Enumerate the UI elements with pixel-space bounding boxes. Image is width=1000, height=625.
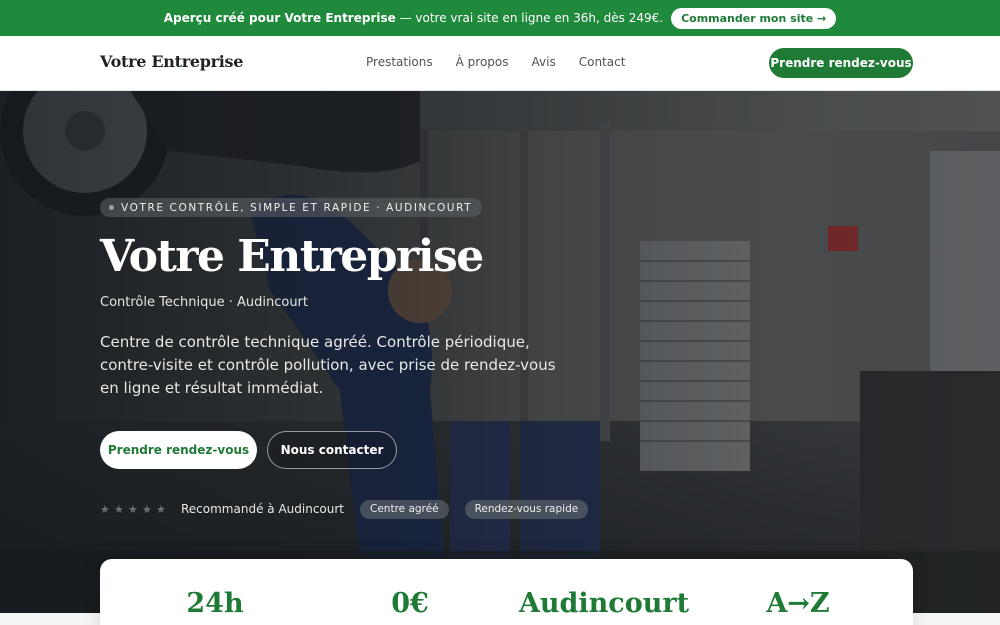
star-icon: ★ — [114, 502, 124, 516]
star-icon: ★ — [128, 502, 138, 516]
nav-item-a-propos[interactable]: À propos — [456, 55, 509, 69]
promo-banner: Aperçu créé pour Votre Entreprise — votr… — [0, 0, 1000, 36]
eyebrow-dot-icon — [109, 205, 114, 210]
nav-item-avis[interactable]: Avis — [532, 55, 556, 69]
hero-eyebrow-text: VOTRE CONTRÔLE, SIMPLE ET RAPIDE · AUDIN… — [121, 201, 473, 214]
header-appointment-button[interactable]: Prendre rendez-vous — [769, 48, 913, 78]
hero-section: VOTRE CONTRÔLE, SIMPLE ET RAPIDE · AUDIN… — [0, 91, 1000, 613]
stats-card: 24h 0€ Audincourt A→Z — [100, 559, 913, 625]
nav-item-prestations[interactable]: Prestations — [366, 55, 433, 69]
main-nav: Prestations À propos Avis Contact — [366, 55, 625, 69]
nav-item-contact[interactable]: Contact — [579, 55, 626, 69]
stat-coverage: A→Z — [766, 588, 830, 619]
stat-location: Audincourt — [518, 588, 690, 619]
hero-title: Votre Entreprise — [100, 231, 484, 282]
star-icon: ★ — [156, 502, 166, 516]
brand-logo[interactable]: Votre Entreprise — [100, 52, 243, 71]
promo-brand: Aperçu créé pour Votre Entreprise — [163, 11, 396, 25]
chip-fast-appointment: Rendez-vous rapide — [464, 499, 589, 519]
trust-text: Recommandé à Audincourt — [181, 502, 344, 516]
star-icon: ★ — [100, 502, 110, 516]
order-site-button[interactable]: Commander mon site → — [671, 7, 837, 29]
hero-description: Centre de contrôle technique agréé. Cont… — [100, 333, 556, 397]
hero-appointment-button[interactable]: Prendre rendez-vous — [100, 431, 257, 469]
promo-message: Aperçu créé pour Votre Entreprise — votr… — [164, 11, 663, 25]
site-header: Votre Entreprise Prestations À propos Av… — [0, 36, 1000, 91]
stat-hours: 24h — [186, 588, 244, 619]
chip-certified: Centre agréé — [360, 499, 449, 519]
hero-contact-button[interactable]: Nous contacter — [267, 431, 397, 469]
promo-text: — votre vrai site en ligne en 36h, dès 2… — [399, 11, 664, 25]
hero-subtitle: Contrôle Technique · Audincourt — [100, 295, 308, 310]
star-icon: ★ — [142, 502, 152, 516]
rating-stars: ★ ★ ★ ★ ★ — [100, 504, 167, 515]
hero-eyebrow: VOTRE CONTRÔLE, SIMPLE ET RAPIDE · AUDIN… — [100, 198, 483, 217]
trust-row: ★ ★ ★ ★ ★ Recommandé à Audincourt Centre… — [100, 498, 604, 520]
stat-price: 0€ — [391, 588, 429, 619]
